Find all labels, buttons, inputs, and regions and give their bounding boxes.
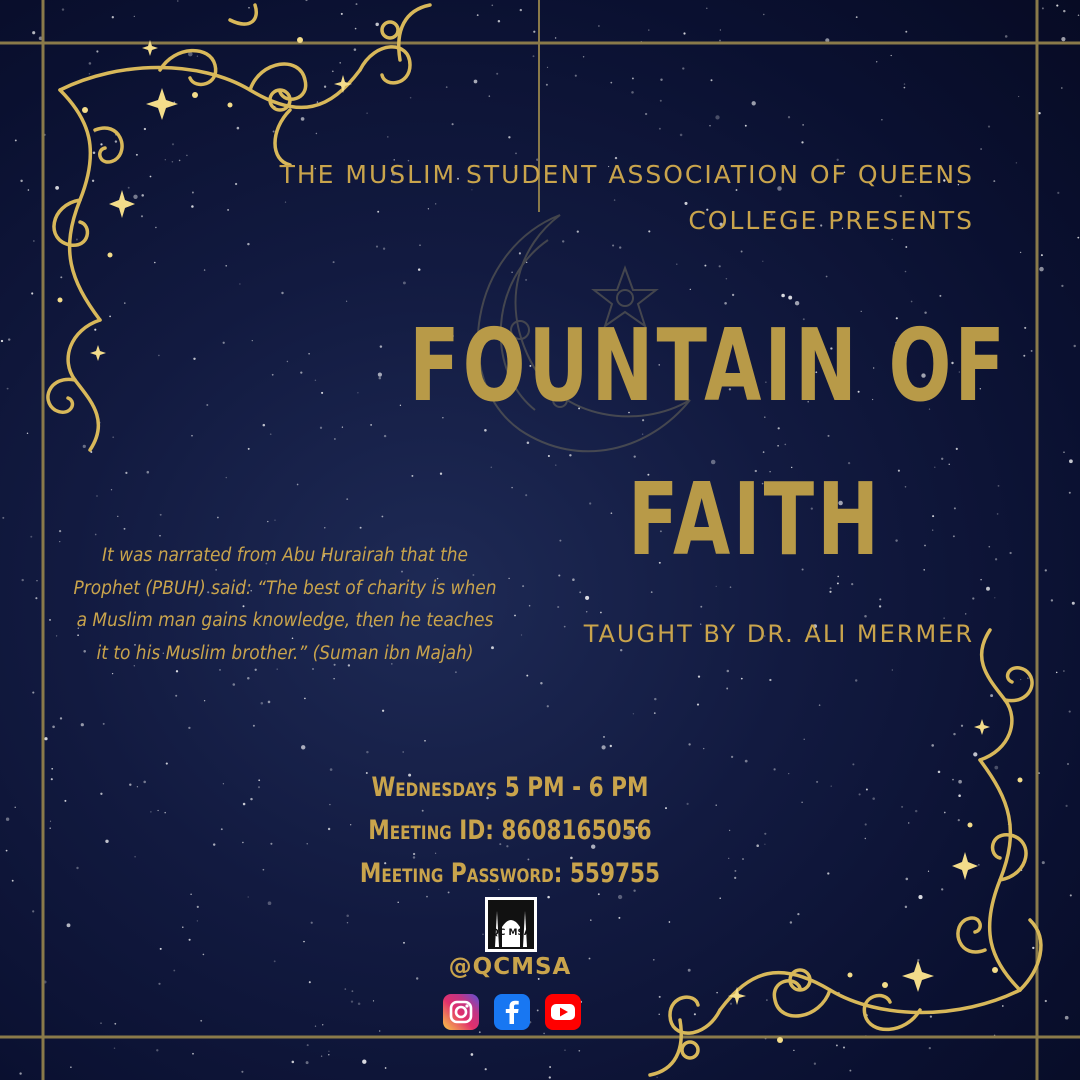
meeting-password-text: Meeting Password: 559755: [359, 858, 661, 889]
hadith-quote: It was narrated from Abu Hurairah that t…: [73, 545, 497, 664]
instagram-icon[interactable]: [443, 994, 479, 1030]
schedule-text: Wednesdays 5 PM - 6 PM: [371, 772, 649, 803]
facebook-icon[interactable]: [494, 994, 530, 1030]
logo-text: QC MSA: [491, 928, 531, 938]
meeting-id-text: Meeting ID: 8608165056: [368, 815, 652, 846]
event-poster: THE MUSLIM STUDENT ASSOCIATION OF QUEENS…: [0, 0, 1080, 1080]
teacher-credit: TAUGHT BY DR. ALI MERMER: [583, 620, 974, 648]
social-handle: @QCMSA: [448, 954, 572, 980]
event-title-line-1: FOUNTAIN OF: [409, 307, 1008, 424]
presenter-heading: THE MUSLIM STUDENT ASSOCIATION OF QUEENS…: [279, 160, 974, 235]
qcmsa-logo: QC MSA: [485, 897, 537, 952]
youtube-icon[interactable]: [545, 994, 581, 1030]
